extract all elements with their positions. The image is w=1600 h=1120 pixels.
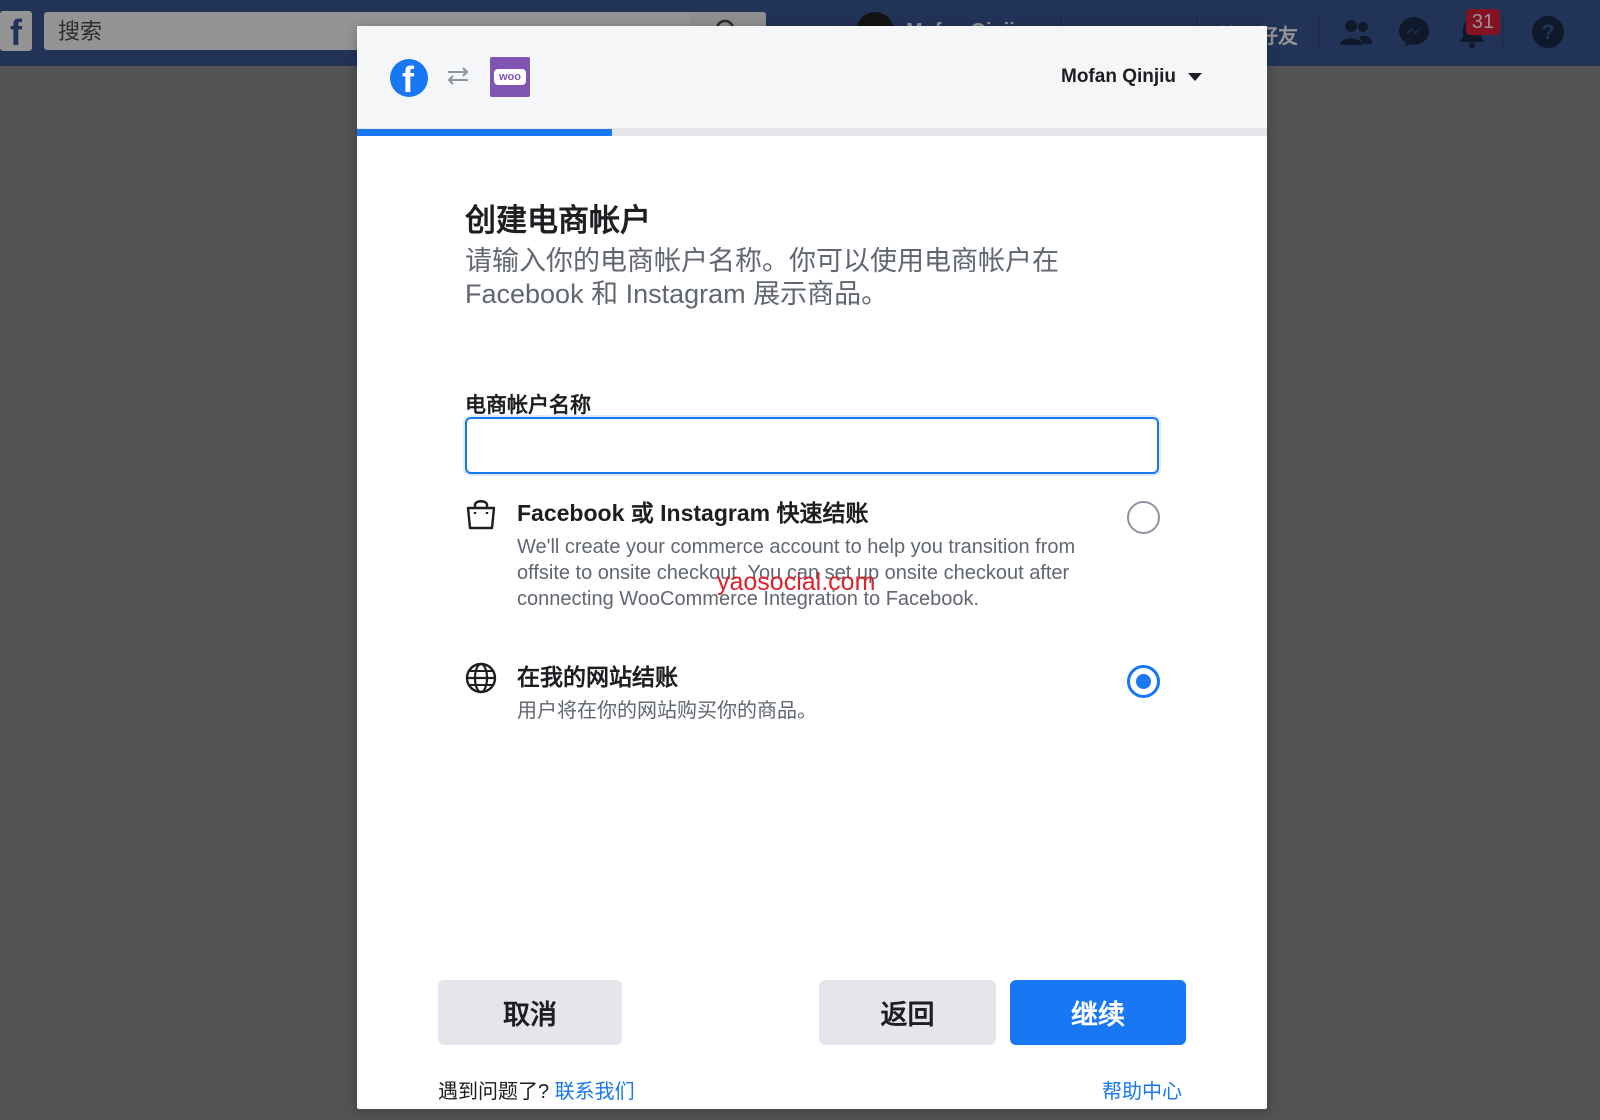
account-switcher[interactable]: Mofan Qinjiu (1061, 66, 1203, 88)
shopping-bag-icon (466, 500, 496, 530)
option-title: Facebook 或 Instagram 快速结账 (517, 500, 869, 526)
footer-help-prompt: 遇到问题了? 联系我们 (438, 1080, 635, 1104)
globe-icon (465, 662, 497, 694)
option-title: 在我的网站结账 (517, 664, 678, 690)
option-description: 用户将在你的网站购买你的商品。 (517, 700, 817, 722)
footer-help-center: 帮助中心 (1102, 1080, 1182, 1104)
option-text: Facebook 或 Instagram 快速结账 We'll create y… (517, 498, 1087, 612)
account-name: Mofan Qinjiu (1061, 66, 1177, 87)
facebook-logo-icon: f (390, 59, 428, 99)
connection-swap-icon (447, 67, 469, 85)
dialog-intro: 创建电商帐户 请输入你的电商帐户名称。你可以使用电商帐户在 Facebook 和… (465, 201, 1165, 311)
contact-us-link[interactable]: 联系我们 (555, 1081, 635, 1103)
back-button[interactable]: 返回 (819, 980, 996, 1045)
radio-website-checkout[interactable] (1127, 665, 1160, 698)
option-fast-checkout[interactable]: Facebook 或 Instagram 快速结账 We'll create y… (465, 498, 1160, 638)
option-text: 在我的网站结账 用户将在你的网站购买你的商品。 (517, 662, 1087, 724)
option-description: We'll create your commerce account to he… (517, 536, 1076, 610)
footer-question: 遇到问题了? (438, 1081, 550, 1103)
progress-bar-fill (357, 129, 612, 136)
create-commerce-account-dialog: f woo Mofan Qinjiu 创建电商帐户 请输入你的电商帐户名称。你可… (357, 26, 1267, 1109)
dialog-subtitle: 请输入你的电商帐户名称。你可以使用电商帐户在 Facebook 和 Instag… (465, 246, 1059, 309)
caret-down-icon (1188, 73, 1203, 81)
account-name-label: 电商帐户名称 (465, 394, 591, 417)
progress-bar (357, 129, 1267, 136)
cancel-button[interactable]: 取消 (438, 980, 622, 1045)
help-center-link[interactable]: 帮助中心 (1102, 1081, 1182, 1103)
continue-button[interactable]: 继续 (1010, 980, 1186, 1045)
dialog-title: 创建电商帐户 (465, 203, 651, 238)
radio-fast-checkout[interactable] (1127, 501, 1160, 534)
account-name-input[interactable] (465, 417, 1159, 474)
dialog-header: f woo Mofan Qinjiu (357, 26, 1267, 129)
woocommerce-logo-icon: woo (490, 57, 530, 97)
option-website-checkout[interactable]: 在我的网站结账 用户将在你的网站购买你的商品。 (465, 662, 1160, 742)
